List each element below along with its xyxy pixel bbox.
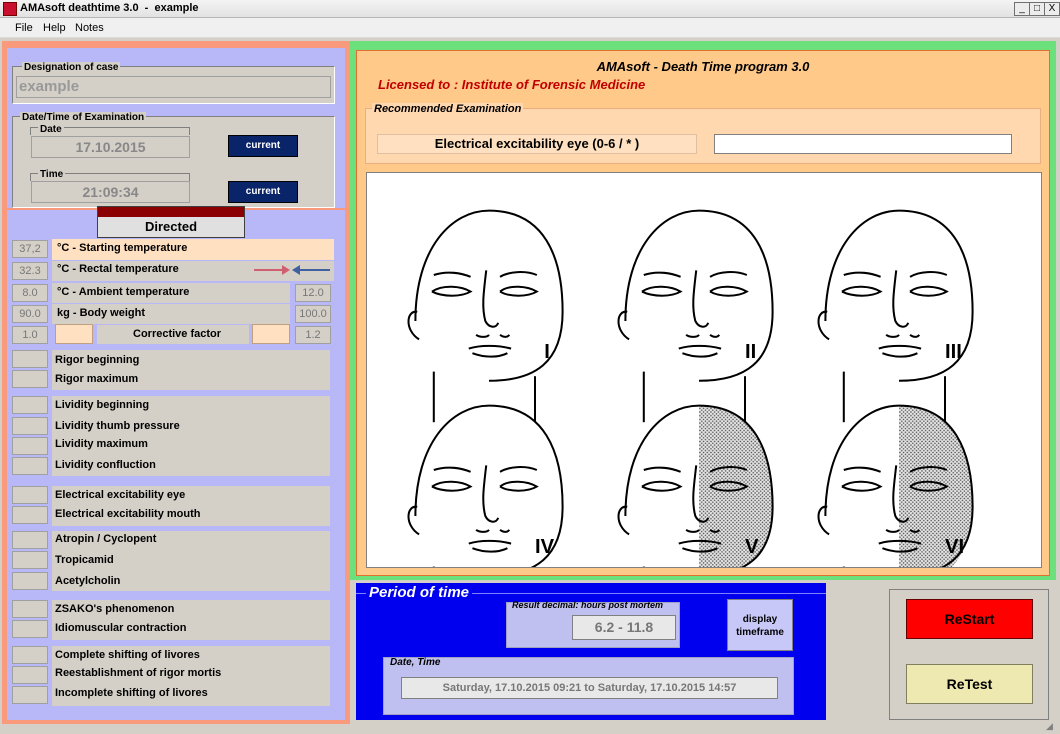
menu-help[interactable]: Help [43, 22, 66, 34]
program-title: AMAsoft - Death Time program 3.0 [596, 59, 810, 74]
maximize-button[interactable]: □ [1029, 2, 1045, 16]
lividity-confluction-label: Lividity confluction [55, 459, 156, 471]
time-legend: Time [38, 169, 66, 180]
restart-button[interactable]: ReStart [906, 599, 1033, 639]
menu-bar: File Help Notes [0, 18, 1060, 38]
face-2: II [617, 209, 774, 423]
face-numeral: IV [535, 536, 555, 558]
directed-button[interactable]: Directed [97, 206, 245, 238]
rigor-beginning-label: Rigor beginning [55, 354, 140, 366]
reestablishment-box[interactable] [12, 666, 48, 684]
corrective-factor-label: Corrective factor [133, 328, 222, 340]
face-5: V [617, 404, 774, 618]
ambient-temp-label: °C - Ambient temperature [57, 286, 190, 298]
rigor-maximum-label: Rigor maximum [55, 373, 139, 385]
retest-button[interactable]: ReTest [906, 664, 1033, 704]
corrective-factor-value[interactable]: 1.0 [12, 326, 48, 344]
tropicamid-box[interactable] [12, 551, 48, 569]
reestablishment-label: Reestablishment of rigor mortis [55, 667, 222, 679]
corrective-right-box[interactable] [252, 324, 290, 344]
corrective-factor-right[interactable]: 1.2 [295, 326, 331, 344]
date-input[interactable]: 17.10.2015 [31, 136, 190, 158]
electrical-eye-box[interactable] [12, 486, 48, 504]
result-legend: Result decimal: hours post mortem [512, 600, 664, 610]
faces-illustration: I II IIIIV V VI [407, 209, 974, 618]
rectal-temp-label: °C - Rectal temperature [57, 263, 179, 275]
incomplete-shifting-label: Incomplete shifting of livores [55, 687, 208, 699]
arrows-icon [254, 265, 330, 275]
lividity-maximum-box[interactable] [12, 437, 48, 455]
resize-grip-icon[interactable]: ◢ [1046, 720, 1058, 732]
idiomuscular-label: Idiomuscular contraction [55, 622, 187, 634]
directed-label: Directed [144, 219, 198, 234]
recommended-label: Electrical excitability eye (0-6 / * ) [377, 134, 697, 154]
ambient-temp-right[interactable]: 12.0 [295, 284, 331, 302]
face-numeral: I [544, 341, 550, 363]
face-6: VI [817, 404, 974, 618]
ambient-temp-value[interactable]: 8.0 [12, 284, 48, 302]
result-value: 6.2 - 11.8 [572, 615, 676, 640]
lividity-thumb-box[interactable] [12, 417, 48, 435]
body-weight-right[interactable]: 100.0 [295, 305, 331, 323]
incomplete-shifting-box[interactable] [12, 686, 48, 704]
lividity-thumb-label: Lividity thumb pressure [55, 420, 180, 432]
face-numeral: V [745, 536, 759, 558]
zsako-label: ZSAKO's phenomenon [55, 603, 175, 615]
recommended-input[interactable] [714, 134, 1012, 154]
window-title: AMAsoft deathtime 3.0 - example [20, 2, 199, 14]
time-input[interactable]: 21:09:34 [31, 181, 190, 203]
datetime-legend: Date/Time of Examination [20, 112, 147, 123]
lividity-maximum-label: Lividity maximum [55, 438, 148, 450]
face-4: IV [407, 404, 564, 618]
close-button[interactable]: X [1044, 2, 1060, 16]
face-3: III [817, 209, 974, 423]
datetime-result-legend: Date, Time [390, 657, 441, 668]
faces-image: I II III IV V VI [366, 172, 1042, 618]
electrical-mouth-label: Electrical excitability mouth [55, 508, 201, 520]
corrective-left-box[interactable] [55, 324, 93, 344]
lividity-beginning-label: Lividity beginning [55, 399, 150, 411]
face-numeral: II [745, 341, 756, 363]
complete-shifting-box[interactable] [12, 646, 48, 664]
case-legend: Designation of case [22, 62, 121, 73]
tropicamid-label: Tropicamid [55, 554, 114, 566]
display-timeframe-button[interactable]: display timeframe [727, 599, 793, 651]
date-legend: Date [38, 124, 64, 135]
directed-indicator [98, 207, 244, 217]
lividity-confluction-box[interactable] [12, 457, 48, 475]
acetylcholin-label: Acetylcholin [55, 575, 121, 587]
current-date-button[interactable]: current [228, 135, 298, 157]
rigor-beginning-box[interactable] [12, 350, 48, 368]
complete-shifting-label: Complete shifting of livores [55, 649, 200, 661]
title-bar: AMAsoft deathtime 3.0 - example _ □ X [0, 0, 1060, 18]
recommended-legend: Recommended Examination [372, 103, 524, 115]
electrical-mouth-box[interactable] [12, 506, 48, 524]
current-time-button[interactable]: current [228, 181, 298, 203]
zsako-box[interactable] [12, 600, 48, 618]
lividity-beginning-box[interactable] [12, 396, 48, 414]
body-weight-value[interactable]: 90.0 [12, 305, 48, 323]
starting-temp-label: °C - Starting temperature [57, 242, 188, 254]
face-numeral: VI [945, 536, 964, 558]
starting-temp-value[interactable]: 37,2 [12, 240, 48, 258]
body-weight-label: kg - Body weight [57, 307, 145, 319]
license-text: Licensed to : Institute of Forensic Medi… [378, 77, 646, 92]
rigor-maximum-box[interactable] [12, 370, 48, 388]
case-input[interactable]: example [16, 76, 331, 98]
face-1: I [407, 209, 564, 423]
minimize-button[interactable]: _ [1014, 2, 1030, 16]
datetime-result-value: Saturday, 17.10.2015 09:21 to Saturday, … [401, 677, 778, 699]
face-numeral: III [945, 341, 962, 363]
period-title: Period of time [366, 584, 473, 601]
rectal-temp-value[interactable]: 32.3 [12, 262, 48, 280]
atropin-label: Atropin / Cyclopent [55, 533, 157, 545]
menu-file[interactable]: File [15, 22, 33, 34]
menu-notes[interactable]: Notes [75, 22, 104, 34]
idiomuscular-box[interactable] [12, 620, 48, 638]
electrical-eye-label: Electrical excitability eye [55, 489, 186, 501]
atropin-box[interactable] [12, 531, 48, 549]
app-icon [3, 2, 17, 16]
acetylcholin-box[interactable] [12, 572, 48, 590]
